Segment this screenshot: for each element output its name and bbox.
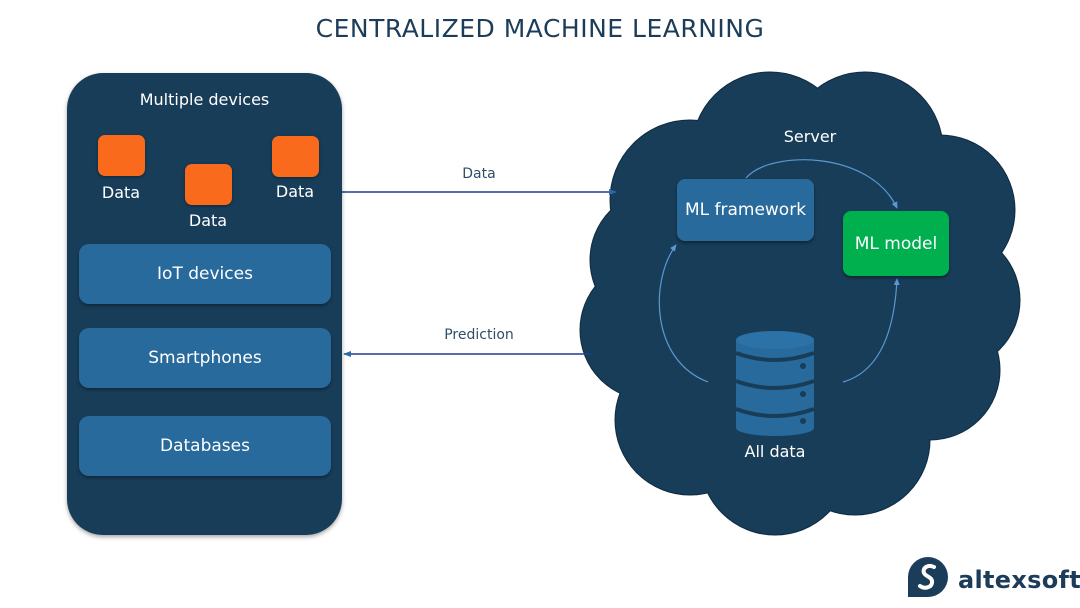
- all-data-label: All data: [744, 442, 806, 461]
- data-block-icon: [272, 136, 319, 177]
- devices-panel-title: Multiple devices: [139, 90, 270, 109]
- data-arrow-label: Data: [462, 166, 496, 182]
- data-label: Data: [101, 183, 141, 202]
- databases-box: Databases: [79, 416, 331, 476]
- data-block-icon: [185, 164, 232, 205]
- brand-name: altexsoft: [958, 566, 1080, 594]
- data-label: Data: [188, 211, 228, 230]
- ml-model-box: ML model: [843, 211, 949, 276]
- altexsoft-logo-icon: [908, 557, 948, 597]
- smartphones-box: Smartphones: [79, 328, 331, 388]
- data-label: Data: [275, 182, 315, 201]
- database-icon: [735, 331, 815, 436]
- iot-devices-box: IoT devices: [79, 244, 331, 304]
- data-block-icon: [98, 135, 145, 176]
- server-label: Server: [783, 127, 837, 146]
- prediction-arrow-label: Prediction: [444, 327, 514, 343]
- devices-panel: Multiple devices Data Data Data IoT devi…: [67, 73, 342, 535]
- ml-framework-box: ML framework: [677, 179, 814, 241]
